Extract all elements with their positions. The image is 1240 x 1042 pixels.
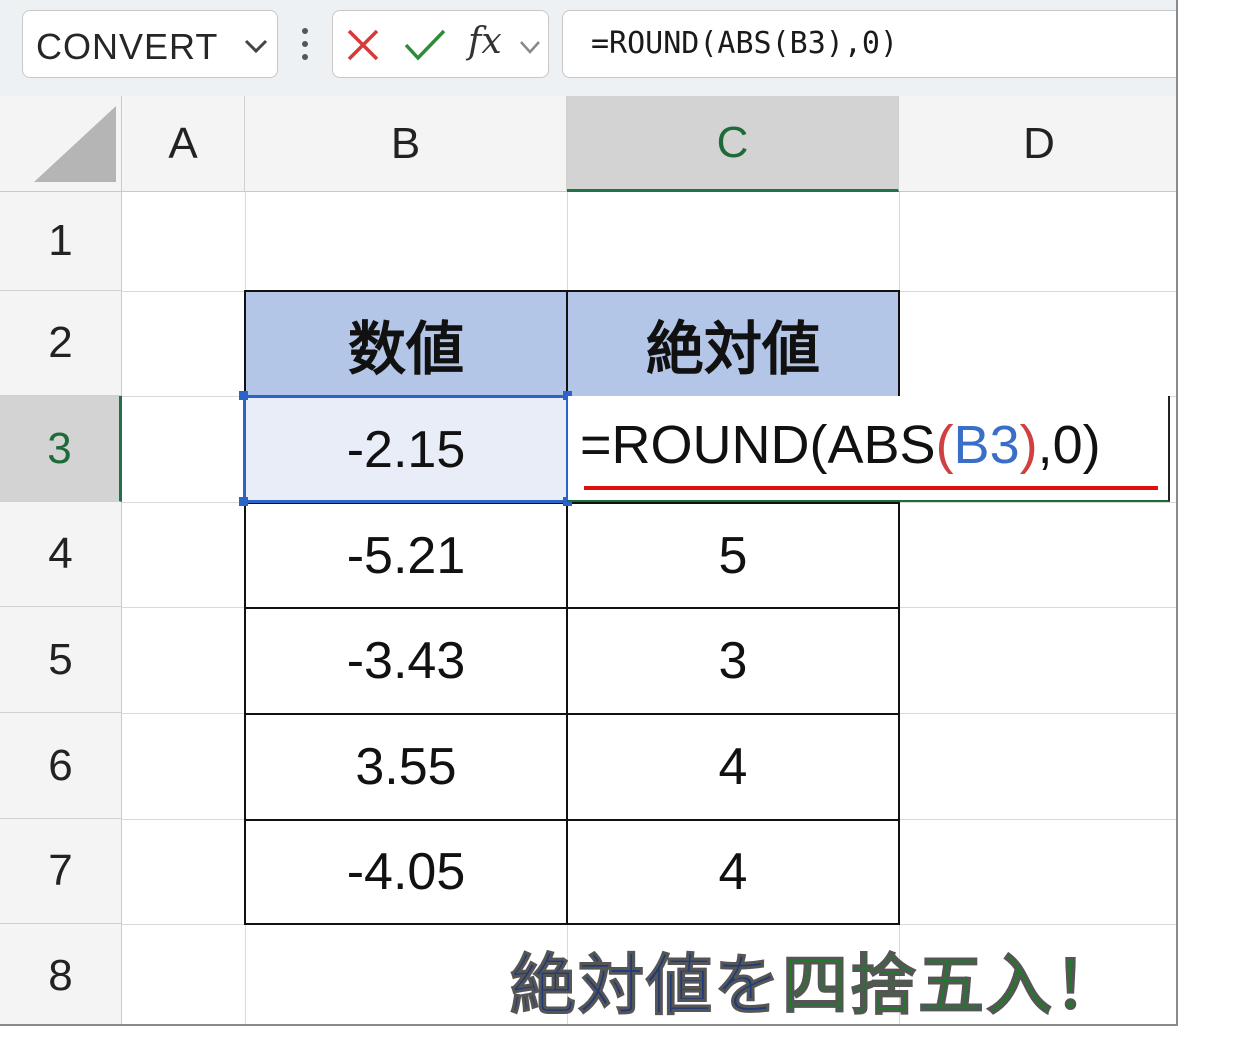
formula-reference: B3: [953, 415, 1020, 475]
table-cell[interactable]: 4: [566, 713, 900, 821]
formula-part: ,0): [1037, 415, 1101, 475]
selection-handle[interactable]: [239, 497, 248, 506]
table-cell[interactable]: 3: [566, 607, 900, 715]
formula-bar-area: CONVERT fx =ROUND(ABS(B3),0): [0, 0, 1176, 96]
cell-editor-c3[interactable]: =ROUND(ABS(B3),0): [566, 396, 1170, 502]
row-header-5[interactable]: 5: [0, 607, 122, 713]
insert-function-icon[interactable]: fx: [468, 21, 502, 62]
row-header-8[interactable]: 8: [0, 924, 122, 1024]
caption-part-2: 四捨五入！: [782, 947, 1122, 1025]
table-header-cell[interactable]: 数値: [244, 290, 568, 398]
caption-part-1: 絶対値を: [510, 947, 782, 1025]
formula-text: =ROUND(ABS(B3),0): [591, 26, 899, 61]
row-header-7[interactable]: 7: [0, 819, 122, 924]
more-options-icon[interactable]: [300, 28, 310, 62]
formula-input[interactable]: =ROUND(ABS(B3),0): [562, 10, 1176, 78]
formula-controls: fx: [332, 10, 549, 78]
name-box-value: CONVERT: [36, 26, 219, 67]
emphasis-underline: [584, 486, 1158, 490]
caption: 絶対値を四捨五入！: [510, 932, 1122, 1025]
select-all-button[interactable]: [0, 96, 122, 192]
row-header-3[interactable]: 3: [0, 396, 122, 502]
chevron-down-icon[interactable]: [519, 39, 541, 55]
column-header-c[interactable]: C: [567, 96, 899, 192]
table-cell[interactable]: -4.05: [244, 819, 568, 925]
column-header-a[interactable]: A: [122, 96, 245, 192]
chevron-down-icon[interactable]: [243, 35, 269, 57]
table-header-cell[interactable]: 絶対値: [566, 290, 900, 398]
table-cell[interactable]: 5: [566, 502, 900, 609]
row-header-1[interactable]: 1: [0, 192, 122, 291]
check-icon[interactable]: [403, 27, 447, 63]
table-cell[interactable]: -5.21: [244, 502, 568, 609]
reference-highlight-b3: [243, 395, 569, 503]
select-all-triangle-icon: [34, 106, 116, 182]
cancel-icon[interactable]: [345, 27, 381, 63]
excel-window: CONVERT fx =ROUND(ABS(B3),0) A B C D 1 2…: [0, 0, 1178, 1026]
cell-formula: =ROUND(ABS(B3),0): [580, 414, 1101, 476]
column-header-b[interactable]: B: [245, 96, 567, 192]
formula-paren: ): [1019, 415, 1038, 475]
table-cell[interactable]: 3.55: [244, 713, 568, 821]
name-box[interactable]: CONVERT: [22, 10, 278, 78]
row-header-4[interactable]: 4: [0, 502, 122, 607]
row-header-6[interactable]: 6: [0, 713, 122, 819]
table-cell[interactable]: -3.43: [244, 607, 568, 715]
column-header-d[interactable]: D: [899, 96, 1176, 192]
formula-paren: (: [935, 415, 954, 475]
selection-handle[interactable]: [239, 391, 248, 400]
row-header-2[interactable]: 2: [0, 291, 122, 396]
formula-part: =ROUND(ABS: [580, 415, 936, 475]
table-cell[interactable]: 4: [566, 819, 900, 925]
